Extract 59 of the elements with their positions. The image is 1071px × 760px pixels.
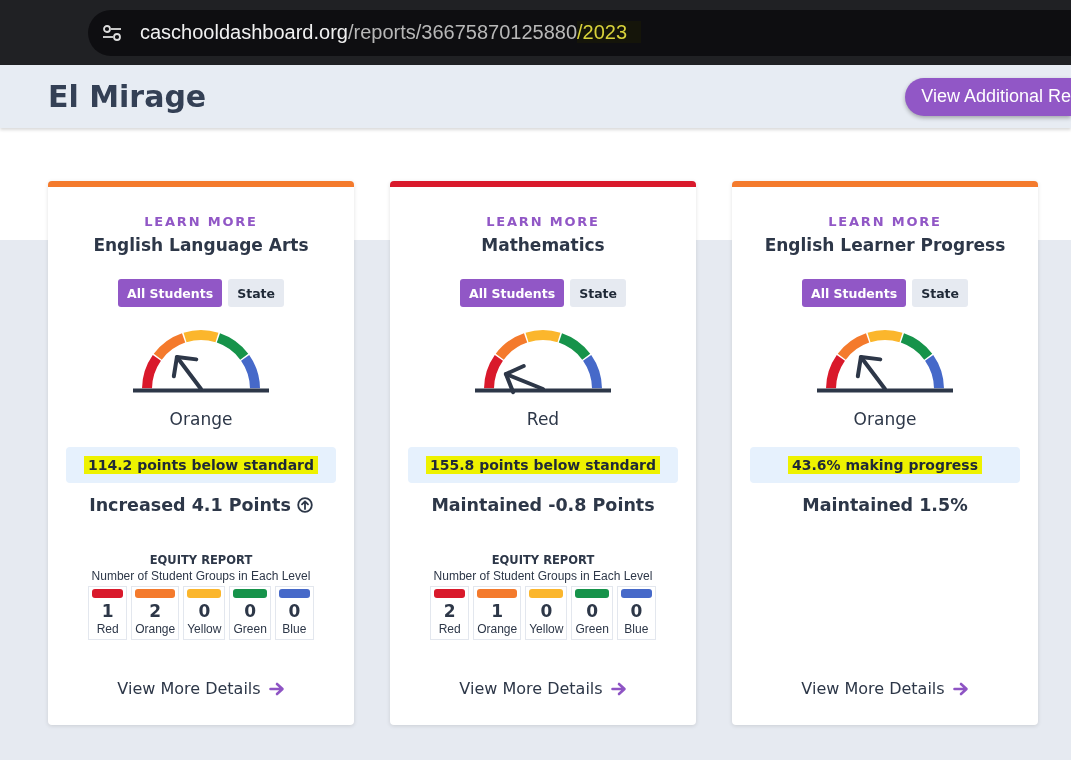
level-count: 1 xyxy=(491,600,504,622)
filter-tab[interactable]: State xyxy=(228,279,285,307)
change-text: Maintained 1.5% xyxy=(802,495,968,515)
level-label: Green xyxy=(233,622,267,636)
level-label: Blue xyxy=(282,622,307,636)
card-title: English Learner Progress xyxy=(764,235,1006,255)
url-text[interactable]: caschooldashboard.org/reports/36675870125880/2023 xyxy=(140,21,642,44)
right-arrow-icon[interactable] xyxy=(952,681,969,696)
rating-label: Orange xyxy=(853,409,917,429)
right-arrow-icon[interactable] xyxy=(268,681,285,696)
right-arrow-icon[interactable] xyxy=(610,681,627,696)
level-count: 2 xyxy=(443,600,456,622)
address-bar[interactable]: caschooldashboard.org/reports/36675870125880/2023 xyxy=(88,9,1071,56)
view-more-details-link[interactable]: View More Details xyxy=(117,679,261,698)
equity-report-subtitle: Number of Student Groups in Each Level xyxy=(91,569,311,583)
learn-more-link[interactable]: LEARN MORE xyxy=(828,214,942,229)
change-text: Increased 4.1 Points xyxy=(89,495,291,515)
level-count: 0 xyxy=(288,600,301,622)
level-count: 0 xyxy=(198,600,211,622)
level-label: Yellow xyxy=(529,622,564,636)
change-text: Maintained -0.8 Points xyxy=(431,495,655,515)
equity-report-title: EQUITY REPORT xyxy=(491,553,595,567)
level-count: 1 xyxy=(101,600,114,622)
card-title: English Language Arts xyxy=(93,235,309,255)
level-count: 0 xyxy=(586,600,599,622)
rating-label: Red xyxy=(526,409,560,429)
level-label: Blue xyxy=(624,622,649,636)
filter-tab[interactable]: All Students xyxy=(117,279,223,307)
filter-tab[interactable]: All Students xyxy=(801,279,907,307)
learn-more-link[interactable]: LEARN MORE xyxy=(486,214,600,229)
filter-tab[interactable]: All Students xyxy=(459,279,565,307)
level-count: 0 xyxy=(244,600,257,622)
rating-label: Orange xyxy=(169,409,233,429)
equity-report-title: EQUITY REPORT xyxy=(149,553,253,567)
equity-report-subtitle: Number of Student Groups in Each Level xyxy=(433,569,653,583)
gauge-needle xyxy=(855,355,887,391)
level-count: 2 xyxy=(149,600,162,622)
status-text: 114.2 points below standard xyxy=(83,456,318,474)
filter-tab[interactable]: State xyxy=(912,279,969,307)
status-text: 155.8 points below standard xyxy=(425,456,660,474)
view-more-details-link[interactable]: View More Details xyxy=(459,679,603,698)
level-label: Orange xyxy=(135,622,176,636)
page-title: El Mirage xyxy=(48,79,207,114)
view-more-details-link[interactable]: View More Details xyxy=(801,679,945,698)
card-title: Mathematics xyxy=(481,235,605,255)
level-label: Yellow xyxy=(187,622,222,636)
learn-more-link[interactable]: LEARN MORE xyxy=(144,214,258,229)
status-text: 43.6% making progress xyxy=(787,456,983,474)
level-label: Red xyxy=(438,622,461,636)
view-additional-reports-button[interactable]: View Additional Re xyxy=(905,77,1071,116)
site-settings-icon[interactable] xyxy=(102,23,122,42)
level-count: 0 xyxy=(630,600,643,622)
level-label: Orange xyxy=(477,622,518,636)
level-label: Green xyxy=(575,622,609,636)
gauge-needle xyxy=(503,364,545,395)
level-label: Red xyxy=(96,622,119,636)
level-count: 0 xyxy=(540,600,553,622)
gauge-needle xyxy=(171,355,203,391)
filter-tab[interactable]: State xyxy=(570,279,627,307)
